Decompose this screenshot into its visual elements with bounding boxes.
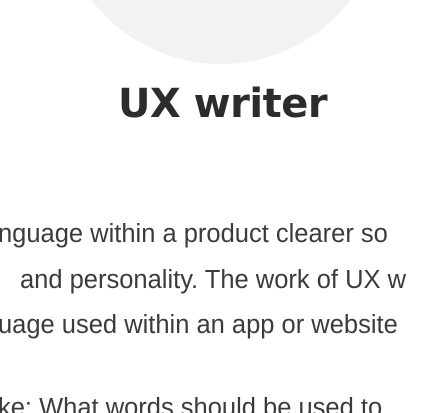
description-line-2: and personality. The work of UX w	[20, 266, 406, 294]
avatar-placeholder	[58, 0, 384, 64]
description-line-1: nguage within a product clearer so	[0, 220, 388, 248]
role-title: UX writer	[117, 81, 328, 127]
role-card: UX writer nguage within a product cleare…	[0, 0, 445, 413]
description-line-3: uage used within an app or website	[0, 311, 398, 339]
description-line-4: ke: What words should be used to	[0, 394, 383, 413]
